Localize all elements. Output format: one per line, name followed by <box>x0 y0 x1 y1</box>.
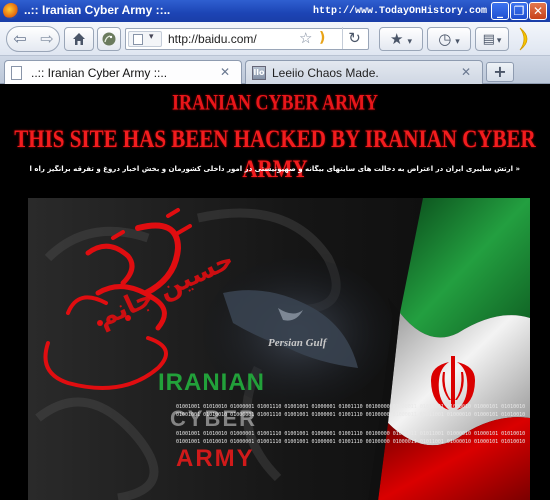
browser-window: ..:: Iranian Cyber Army ::.. http://www.… <box>0 0 550 500</box>
tab-label: Leeiio Chaos Made. <box>272 66 379 80</box>
tab-label: ..:: Iranian Cyber Army ::.. <box>31 66 168 80</box>
url-text[interactable]: http://baidu.com/ <box>168 32 257 46</box>
clock-icon: ◷ <box>438 30 452 48</box>
reload-button[interactable]: ↻ <box>342 27 366 49</box>
back-button[interactable]: ⇦ <box>10 29 30 49</box>
maximize-button[interactable]: ❐ <box>510 2 528 20</box>
binary-line-1: 01001001 01010010 01000001 01001110 0100… <box>176 404 525 410</box>
close-button[interactable]: ✕ <box>529 2 547 20</box>
chevron-down-icon: ▾ <box>149 32 154 42</box>
history-menu-button[interactable]: ◷ ▾ <box>427 27 471 51</box>
site-favicon-icon: llo <box>252 66 266 80</box>
firefox-icon[interactable] <box>3 3 19 19</box>
evernote-button[interactable] <box>97 27 121 51</box>
tab-strip: ..:: Iranian Cyber Army ::.. ✕ llo Leeii… <box>0 56 550 84</box>
arrow-left-icon: ⇦ <box>13 29 27 48</box>
tab-iranian-cyber-army[interactable]: ..:: Iranian Cyber Army ::.. ✕ <box>4 60 242 84</box>
binary-line-2: 01001001 01010010 01000001 01001110 0100… <box>176 412 525 418</box>
home-button[interactable] <box>64 27 94 51</box>
home-icon <box>73 33 85 45</box>
chevron-down-icon: ▾ <box>455 37 460 47</box>
star-menu-icon: ★ <box>390 30 404 48</box>
title-bar: ..:: Iranian Cyber Army ::.. http://www.… <box>0 0 550 22</box>
close-tab-icon[interactable]: ✕ <box>458 64 474 80</box>
chevron-down-icon: ▾ <box>407 37 412 47</box>
chevron-down-icon: ▾ <box>496 36 502 46</box>
back-forward-group: ⇦ ⇨ <box>6 26 60 52</box>
map-label: Persian Gulf <box>268 337 328 349</box>
rss-icon[interactable]: ) <box>319 30 325 46</box>
arrow-right-icon: ⇨ <box>40 29 54 48</box>
page-heading-small: IRANIAN CYBER ARMY <box>171 89 378 115</box>
logo-iranian: IRANIAN <box>158 369 265 396</box>
star-icon[interactable]: ☆ <box>299 29 312 47</box>
address-bar[interactable]: ▾ http://baidu.com/ ☆ ) ↻ <box>125 27 369 50</box>
page-menu-icon: ▤ <box>482 32 495 47</box>
watermark-text: http://www.TodayOnHistory.com <box>313 6 488 17</box>
close-tab-icon[interactable]: ✕ <box>217 64 233 80</box>
binary-line-3: 01001001 01010010 01000001 01001110 0100… <box>176 431 525 437</box>
binary-line-4: 01001001 01010010 01000001 01001110 0100… <box>176 439 525 445</box>
logo-army: ARMY <box>176 445 255 472</box>
page-icon <box>11 66 22 80</box>
forward-button[interactable]: ⇨ <box>37 29 57 49</box>
page-heading-main: THIS SITE HAS BEEN HACKED BY IRANIAN CYB… <box>14 124 536 183</box>
site-identity-button[interactable]: ▾ <box>128 31 162 47</box>
propaganda-banner: Persian Gulf حسین جانم IRANIAN CYBER ARM… <box>28 198 530 500</box>
new-tab-button[interactable]: + <box>486 62 514 82</box>
navigation-toolbar: ⇦ ⇨ ▾ http://baidu.com/ ☆ ) ↻ ★ ▾ ◷ ▾ ▤ … <box>0 22 550 56</box>
page-icon <box>133 34 143 45</box>
bookmarks-menu-button[interactable]: ★ ▾ <box>379 27 423 51</box>
reload-icon: ↻ <box>348 29 361 47</box>
persian-statement: « ارتش سایبری ایران در اعتراض به دخالت ه… <box>30 165 520 173</box>
page-menu-button[interactable]: ▤ ▾ <box>475 27 509 51</box>
minimize-button[interactable]: _ <box>491 2 509 20</box>
tab-leeiio-chaos[interactable]: llo Leeiio Chaos Made. ✕ <box>245 60 483 84</box>
banner-image: Persian Gulf حسین جانم IRANIAN CYBER ARM… <box>28 198 530 500</box>
evernote-elephant-icon <box>102 32 116 46</box>
crescent-moon-icon[interactable] <box>512 26 534 52</box>
page-content: IRANIAN CYBER ARMY THIS SITE HAS BEEN HA… <box>0 85 550 500</box>
window-title: ..:: Iranian Cyber Army ::.. <box>24 3 171 17</box>
